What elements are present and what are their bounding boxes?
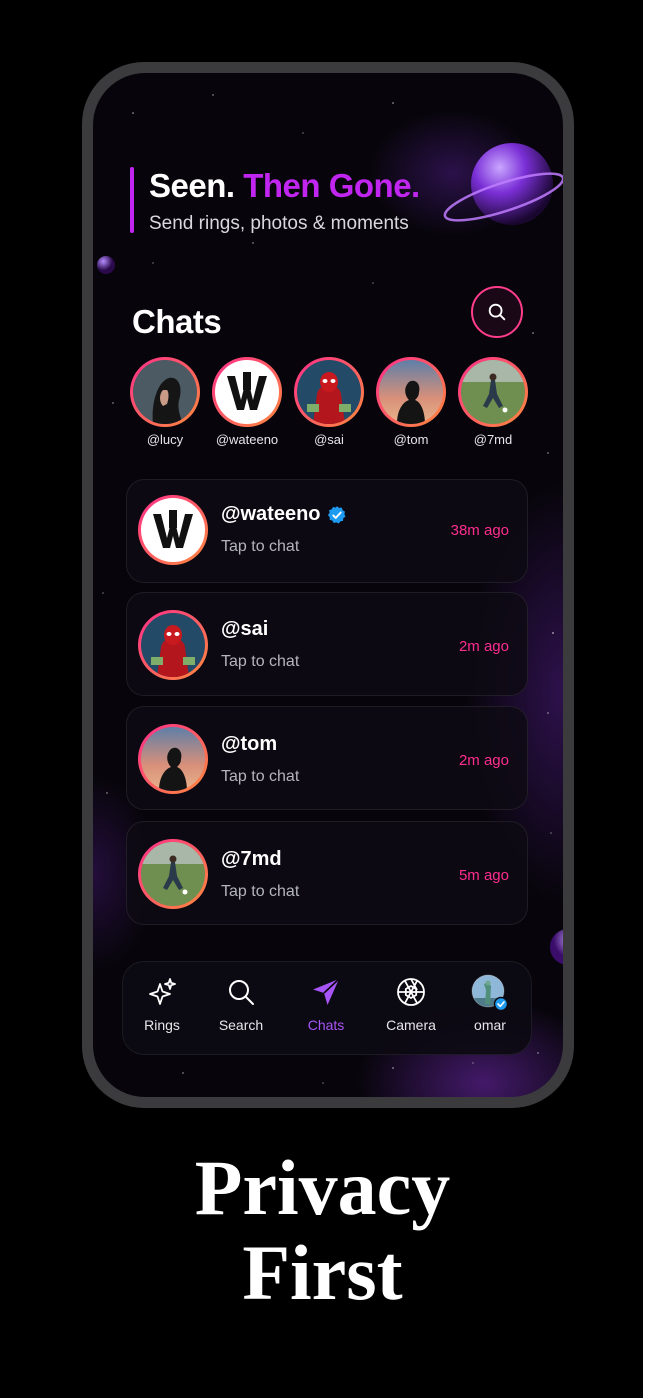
tab-label: Chats [307, 1017, 345, 1033]
send-icon [313, 978, 340, 1005]
avatar [461, 360, 525, 424]
story-ring [212, 357, 282, 427]
avatar [141, 842, 205, 906]
chat-row-tom[interactable]: @tom Tap to chat 2m ago [126, 706, 528, 810]
tagline-seen: Seen. [149, 167, 235, 204]
chat-name: @tom [221, 733, 277, 756]
chat-row-7md[interactable]: @7md Tap to chat 5m ago [126, 821, 528, 925]
chat-name-text: @sai [221, 618, 269, 640]
chat-timestamp: 2m ago [458, 638, 509, 655]
aperture-icon [397, 978, 425, 1006]
tab-rings[interactable]: Rings [122, 962, 202, 1056]
story-ring [130, 357, 200, 427]
story-handle: @wateeno [215, 432, 279, 447]
story-ring [458, 357, 528, 427]
tab-label: omar [474, 1017, 506, 1033]
chat-name: @sai [221, 618, 268, 641]
story-wateeno[interactable]: @wateeno [212, 357, 282, 447]
avatar [141, 727, 205, 791]
tab-label: Search [218, 1017, 264, 1033]
chat-row-wateeno[interactable]: @wateeno Tap to chat 38m ago [126, 479, 528, 583]
stories-row: @lucy @wateeno @sai @tom @7md [130, 357, 530, 457]
bottom-tab-bar: Rings Search Chats Camera omar [122, 961, 532, 1055]
profile-avatar [471, 974, 509, 1012]
tagline-subtitle: Send rings, photos & moments [149, 213, 409, 234]
chat-name-text: @7md [221, 848, 282, 870]
search-icon [488, 303, 506, 321]
tagline-then-gone: Then Gone. [243, 167, 420, 204]
tab-label: Camera [386, 1017, 436, 1033]
story-tom[interactable]: @tom [376, 357, 446, 447]
small-planet-illustration [97, 256, 115, 274]
chat-name-text: @wateeno [221, 503, 321, 525]
chat-subtitle: Tap to chat [221, 768, 300, 785]
sparkle-icon [149, 978, 176, 1005]
chat-avatar-ring [138, 495, 208, 565]
story-handle: @sai [314, 432, 344, 447]
caption-line-1: Privacy [194, 1144, 451, 1231]
caption-line-2: First [242, 1229, 403, 1316]
chat-avatar-ring [138, 724, 208, 794]
tiny-planet-illustration [550, 929, 563, 965]
story-lucy[interactable]: @lucy [130, 357, 200, 447]
header-accent-bar [130, 167, 134, 233]
chat-timestamp: 2m ago [458, 752, 509, 769]
chat-subtitle: Tap to chat [221, 538, 300, 555]
avatar [141, 613, 205, 677]
chat-subtitle: Tap to chat [221, 883, 300, 900]
tagline: Seen. Then Gone. [149, 167, 420, 205]
story-handle: @7md [473, 432, 513, 447]
chat-timestamp: 38m ago [450, 522, 509, 539]
verified-badge-icon [327, 505, 346, 523]
tab-camera[interactable]: Camera [371, 962, 451, 1056]
story-ring [376, 357, 446, 427]
avatar [297, 360, 361, 424]
tab-label: Rings [144, 1017, 180, 1033]
wateeno-logo-avatar [141, 498, 205, 562]
story-handle: @lucy [146, 432, 184, 447]
tab-search[interactable]: Search [201, 962, 281, 1056]
chat-timestamp: 5m ago [458, 867, 509, 884]
ringed-planet-illustration [443, 143, 563, 225]
chat-name: @wateeno [221, 503, 347, 526]
page-title: Chats [132, 303, 222, 340]
app-screen: Seen. Then Gone. Send rings, photos & mo… [93, 73, 563, 1097]
phone-frame: Seen. Then Gone. Send rings, photos & mo… [82, 62, 574, 1108]
story-sai[interactable]: @sai [294, 357, 364, 447]
story-ring [294, 357, 364, 427]
avatar [133, 360, 197, 424]
story-handle: @tom [393, 432, 429, 447]
search-button[interactable] [471, 286, 523, 338]
story-7md[interactable]: @7md [458, 357, 528, 447]
chat-avatar-ring [138, 839, 208, 909]
wateeno-logo-avatar [215, 360, 279, 424]
chat-name-text: @tom [221, 733, 278, 755]
search-icon [229, 980, 254, 1005]
tab-chats[interactable]: Chats [286, 962, 366, 1056]
chat-name: @7md [221, 848, 282, 871]
chat-row-sai[interactable]: @sai Tap to chat 2m ago [126, 592, 528, 696]
chat-avatar-ring [138, 610, 208, 680]
avatar [379, 360, 443, 424]
chat-subtitle: Tap to chat [221, 653, 300, 670]
tab-profile[interactable]: omar [450, 962, 530, 1056]
